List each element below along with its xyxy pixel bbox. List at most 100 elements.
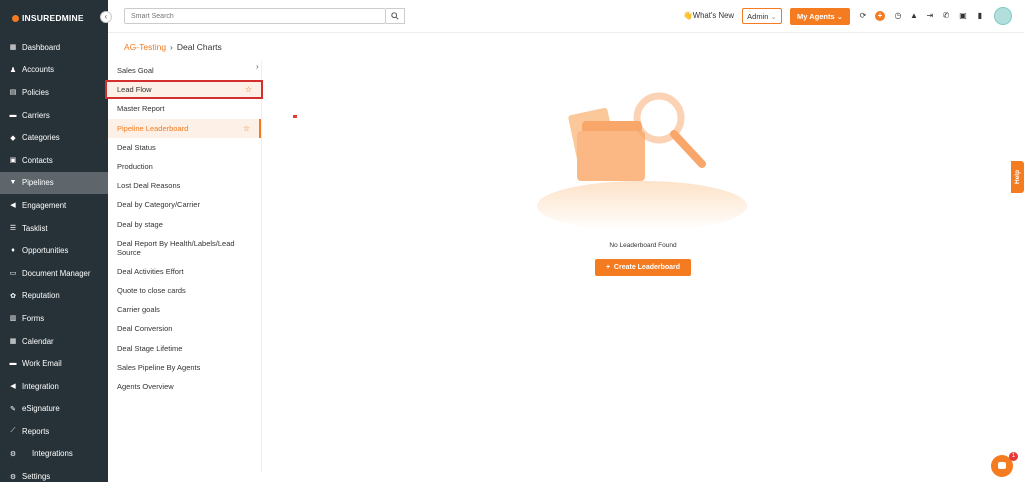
report-item-lead-flow[interactable]: Lead Flow ☆	[105, 80, 263, 100]
create-leaderboard-button[interactable]: + Create Leaderboard	[595, 259, 691, 276]
sidebar-item-label: Engagement	[22, 200, 67, 210]
sidebar-item-categories[interactable]: ◆ Categories	[0, 126, 108, 149]
report-item-deal-stage-lifetime[interactable]: Deal Stage Lifetime	[108, 338, 261, 357]
search-input[interactable]	[124, 8, 386, 24]
sidebar-item-label: Dashboard	[22, 42, 61, 52]
report-item-label: Deal Activities Effort	[117, 266, 184, 276]
sidebar-item-reputation[interactable]: ✿ Reputation	[0, 285, 108, 308]
report-item-label: Lead Flow	[117, 85, 152, 95]
sidebar-item-opportunities[interactable]: ♦ Opportunities	[0, 239, 108, 262]
accounts-icon: ♟	[9, 66, 17, 74]
report-item-deal-by-stage[interactable]: Deal by stage	[108, 215, 261, 234]
report-item-label: Deal Status	[117, 142, 156, 152]
sidebar-item-label: Forms	[22, 313, 45, 323]
chip-icon[interactable]: ▣	[958, 11, 968, 21]
reputation-icon: ✿	[10, 292, 16, 300]
chevron-down-icon: ⌄	[836, 12, 844, 21]
report-item-label: Production	[117, 162, 153, 172]
sidebar-item-settings[interactable]: ⚙ Settings	[0, 465, 108, 482]
admin-dropdown[interactable]: Admin ⌄	[742, 8, 782, 24]
report-item-master-report[interactable]: Master Report	[108, 99, 261, 118]
sidebar-item-tasklist[interactable]: ☰ Tasklist	[0, 217, 108, 240]
sidebar-item-label: Tasklist	[22, 223, 48, 233]
device-icon[interactable]: ▮	[975, 11, 985, 21]
logout-icon[interactable]: ⇥	[925, 11, 935, 21]
sidebar-item-work-email[interactable]: ▬ Work Email	[0, 352, 108, 375]
help-tab[interactable]: Help	[1011, 161, 1024, 193]
sidebar-item-reports[interactable]: ⟋ Reports	[0, 420, 108, 443]
opportunities-icon: ♦	[11, 247, 15, 255]
logo[interactable]: INSUREDMINE	[0, 0, 108, 36]
esignature-icon: ✎	[10, 405, 16, 413]
report-item-label: Agents Overview	[117, 381, 174, 391]
clock-icon[interactable]: ◷	[893, 11, 903, 21]
sidebar-item-label: Carriers	[22, 110, 50, 120]
chat-badge: 1	[1009, 452, 1018, 461]
bell-icon[interactable]: ▲	[909, 11, 919, 21]
sidebar-item-document-manager[interactable]: ▭ Document Manager	[0, 262, 108, 285]
report-item-label: Lost Deal Reasons	[117, 181, 181, 191]
sidebar-item-forms[interactable]: ▥ Forms	[0, 307, 108, 330]
sidebar-item-label: Integration	[22, 381, 59, 391]
settings-icon: ⚙	[9, 473, 17, 481]
contacts-icon: ▣	[9, 157, 17, 165]
sidebar-item-integrations[interactable]: ⚙ Integrations	[0, 443, 108, 466]
dashboard-icon: ▦	[9, 44, 17, 52]
report-item-deal-status[interactable]: Deal Status	[108, 138, 261, 157]
whats-new-link[interactable]: 👋What's New	[683, 11, 734, 20]
sidebar-item-calendar[interactable]: ▦ Calendar	[0, 330, 108, 353]
report-item-label: Quote to close cards	[117, 285, 186, 295]
sidebar-item-label: Policies	[22, 87, 49, 97]
report-item-lost-deal-reasons[interactable]: Lost Deal Reasons	[108, 176, 261, 195]
refresh-icon[interactable]: ⟳	[858, 11, 868, 21]
forms-icon: ▥	[9, 315, 17, 323]
sidebar-item-accounts[interactable]: ♟ Accounts	[0, 59, 108, 82]
report-item-quote-to-close-cards[interactable]: Quote to close cards	[108, 281, 261, 300]
sidebar-item-label: Accounts	[22, 65, 55, 75]
sidebar-item-carriers[interactable]: ▬ Carriers	[0, 104, 108, 127]
report-item-production[interactable]: Production	[108, 157, 261, 176]
report-item-sales-goal[interactable]: Sales Goal	[108, 61, 261, 80]
chevron-down-icon: ⌄	[770, 11, 777, 21]
report-item-deal-report-by-health-labels-lead-source[interactable]: Deal Report By Health/Labels/Lead Source	[108, 234, 261, 262]
report-item-deal-conversion[interactable]: Deal Conversion	[108, 319, 261, 338]
sidebar-item-label: Reputation	[22, 291, 60, 301]
star-icon[interactable]: ☆	[243, 124, 250, 133]
sidebar-item-policies[interactable]: ▤ Policies	[0, 81, 108, 104]
sidebar-item-dashboard[interactable]: ▦ Dashboard	[0, 36, 108, 59]
phone-icon[interactable]: ✆	[941, 11, 951, 21]
report-item-sales-pipeline-by-agents[interactable]: Sales Pipeline By Agents	[108, 358, 261, 377]
integrations-icon: ⚙	[9, 450, 17, 458]
report-item-pipeline-leaderboard[interactable]: Pipeline Leaderboard ☆	[108, 118, 261, 138]
calendar-icon: ▦	[9, 338, 17, 346]
red-marker	[293, 115, 297, 118]
avatar[interactable]	[994, 7, 1012, 25]
topbar: 👋What's New Admin ⌄ My Agents ⌄ ⟳ + ◷ ▲ …	[108, 0, 1024, 33]
report-item-carrier-goals[interactable]: Carrier goals	[108, 300, 261, 319]
sidebar-item-contacts[interactable]: ▣ Contacts	[0, 149, 108, 172]
report-item-label: Deal Report By Health/Labels/Lead Source	[117, 238, 235, 257]
chevron-right-icon: ›	[170, 42, 173, 52]
report-item-label: Carrier goals	[117, 305, 160, 315]
sidebar-item-integration[interactable]: ◀ Integration	[0, 375, 108, 398]
search-icon	[391, 12, 399, 20]
sidebar-collapse-button[interactable]: ‹	[100, 11, 112, 23]
sidebar-item-pipelines[interactable]: ▼ Pipelines	[0, 171, 108, 195]
report-item-agents-overview[interactable]: Agents Overview	[108, 377, 261, 396]
report-item-deal-activities-effort[interactable]: Deal Activities Effort	[108, 262, 261, 281]
search-button[interactable]	[386, 8, 405, 24]
integration-icon: ◀	[10, 383, 16, 391]
sidebar-item-esignature[interactable]: ✎ eSignature	[0, 398, 108, 421]
star-icon[interactable]: ☆	[245, 85, 252, 94]
empty-state-text: No Leaderboard Found	[609, 242, 677, 249]
report-item-label: Deal by stage	[117, 219, 163, 229]
breadcrumb-parent[interactable]: AG-Testing	[124, 42, 166, 52]
my-agents-button[interactable]: My Agents ⌄	[790, 8, 850, 25]
report-item-label: Sales Goal	[117, 66, 154, 76]
report-item-deal-by-category-carrier[interactable]: Deal by Category/Carrier	[108, 195, 261, 214]
list-collapse-icon[interactable]: ›	[256, 62, 259, 71]
plus-icon[interactable]: +	[875, 11, 885, 21]
empty-state-illustration-icon	[537, 92, 747, 231]
report-item-label: Pipeline Leaderboard	[117, 123, 189, 133]
sidebar-item-engagement[interactable]: ◀ Engagement	[0, 194, 108, 217]
